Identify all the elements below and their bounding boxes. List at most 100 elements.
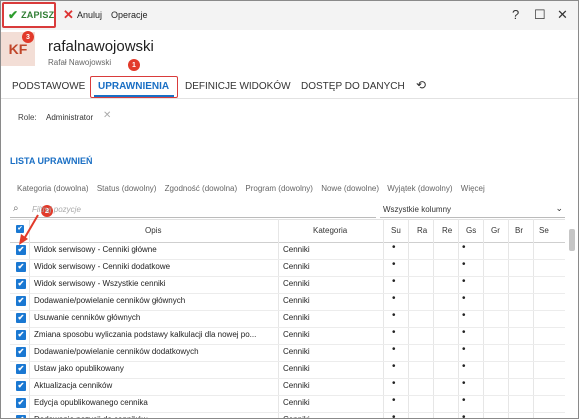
row-checkbox[interactable]: ✔ — [16, 415, 26, 418]
cell-su: • — [392, 327, 396, 338]
filter-wiecej[interactable]: Więcej — [461, 184, 485, 193]
cell-kategoria: Cenniki — [283, 296, 310, 305]
cancel-button[interactable]: Anuluj — [77, 10, 102, 20]
cancel-icon[interactable]: ✕ — [63, 7, 74, 23]
cell-kategoria: Cenniki — [283, 313, 310, 322]
col-re[interactable]: Re — [442, 226, 452, 235]
cell-gs: • — [462, 327, 466, 338]
row-checkbox[interactable]: ✔ — [16, 313, 26, 323]
filter-nowe[interactable]: Nowe (dowolne) — [321, 184, 379, 193]
row-checkbox[interactable]: ✔ — [16, 279, 26, 289]
cell-su: • — [392, 310, 396, 321]
columns-select[interactable]: Wszystkie kolumny ⌄ — [380, 202, 565, 218]
cell-gs: • — [462, 310, 466, 321]
cell-opis: Dodawanie/powielanie cenników głównych — [34, 296, 186, 305]
filter-wyjatek[interactable]: Wyjątek (dowolny) — [387, 184, 452, 193]
row-checkbox[interactable]: ✔ — [16, 398, 26, 408]
cell-opis: Zmiana sposobu wyliczania podstawy kalku… — [34, 330, 257, 339]
scrollbar-thumb[interactable] — [569, 229, 575, 251]
col-br[interactable]: Br — [515, 226, 523, 235]
cell-kategoria: Cenniki — [283, 415, 310, 418]
table-row[interactable]: ✔ Dodawanie pozycji do cenników Cenniki • • — [10, 411, 565, 419]
page-title: rafalnawojowski — [48, 38, 154, 55]
maximize-button[interactable]: ☐ — [534, 7, 546, 23]
save-button[interactable]: ✔ ZAPISZ — [2, 2, 56, 28]
cell-gs: • — [462, 412, 466, 419]
col-gs[interactable]: Gs — [466, 226, 476, 235]
cell-kategoria: Cenniki — [283, 347, 310, 356]
checkmark-icon: ✔ — [8, 8, 19, 22]
save-label: ZAPISZ — [21, 10, 55, 20]
cell-gs: • — [462, 361, 466, 372]
filter-zgodnosc[interactable]: Zgodność (dowolna) — [165, 184, 237, 193]
select-all-checkbox[interactable]: ✔ — [16, 225, 24, 233]
col-su[interactable]: Su — [391, 226, 401, 235]
row-checkbox[interactable]: ✔ — [16, 347, 26, 357]
close-button[interactable]: ✕ — [557, 7, 568, 23]
cell-kategoria: Cenniki — [283, 245, 310, 254]
active-tab-underline — [94, 95, 174, 97]
row-checkbox[interactable]: ✔ — [16, 381, 26, 391]
filter-status[interactable]: Status (dowolny) — [97, 184, 157, 193]
remove-role-icon[interactable]: ✕ — [103, 110, 111, 121]
user-full-name: Rafał Nawojowski — [48, 58, 112, 67]
cell-su: • — [392, 378, 396, 389]
table-header: ✔ Opis Kategoria Su Ra Re Gs Gr Br Se — [10, 219, 565, 243]
help-button[interactable]: ? — [512, 7, 519, 22]
role-value: Administrator — [46, 113, 94, 122]
cell-su: • — [392, 344, 396, 355]
history-icon[interactable]: ⟲ — [416, 78, 426, 92]
col-opis[interactable]: Opis — [145, 226, 161, 235]
cell-su: • — [392, 259, 396, 270]
tab-dostep-do-danych[interactable]: DOSTĘP DO DANYCH — [301, 81, 405, 92]
cell-gs: • — [462, 276, 466, 287]
search-placeholder: Filtruj pozycje — [32, 205, 81, 214]
chevron-down-icon: ⌄ — [555, 203, 563, 213]
filter-kategoria[interactable]: Kategoria (dowolna) — [17, 184, 89, 193]
cell-su: • — [392, 242, 396, 253]
cell-opis: Usuwanie cenników głównych — [34, 313, 141, 322]
tab-bar: PODSTAWOWE UPRAWNIENIA DEFINICJE WIDOKÓW… — [1, 76, 578, 99]
row-checkbox[interactable]: ✔ — [16, 245, 26, 255]
search-icon: ⌕ — [13, 203, 19, 214]
role-label: Role: — [18, 113, 37, 122]
row-checkbox[interactable]: ✔ — [16, 330, 26, 340]
cell-kategoria: Cenniki — [283, 330, 310, 339]
columns-select-value: Wszystkie kolumny — [383, 205, 452, 214]
cell-opis: Widok serwisowy - Cenniki główne — [34, 245, 157, 254]
tab-podstawowe[interactable]: PODSTAWOWE — [12, 81, 85, 92]
cell-opis: Dodawanie pozycji do cenników — [34, 415, 279, 418]
cell-gs: • — [462, 344, 466, 355]
col-se[interactable]: Se — [539, 226, 549, 235]
cell-opis: Dodawanie/powielanie cenników dodatkowyc… — [34, 347, 199, 356]
cell-opis: Ustaw jako opublikowany — [34, 364, 124, 373]
cell-kategoria: Cenniki — [283, 279, 310, 288]
cell-opis: Edycja opublikowanego cennika — [34, 398, 148, 407]
row-checkbox[interactable]: ✔ — [16, 262, 26, 272]
search-input[interactable]: ⌕ Filtruj pozycje — [10, 202, 376, 218]
cell-gs: • — [462, 259, 466, 270]
col-kategoria[interactable]: Kategoria — [313, 226, 347, 235]
step-badge-1: 1 — [128, 59, 140, 71]
cell-gs: • — [462, 293, 466, 304]
row-checkbox[interactable]: ✔ — [16, 296, 26, 306]
col-ra[interactable]: Ra — [417, 226, 427, 235]
step-badge-3: 3 — [22, 31, 34, 43]
window: ✔ ZAPISZ ✕ Anuluj Operacje ? ☐ ✕ KF rafa… — [0, 0, 579, 419]
tab-definicje-widokow[interactable]: DEFINICJE WIDOKÓW — [185, 81, 291, 92]
filter-program[interactable]: Program (dowolny) — [245, 184, 313, 193]
row-checkbox[interactable]: ✔ — [16, 364, 26, 374]
cell-kategoria: Cenniki — [283, 364, 310, 373]
toolbar: ✔ ZAPISZ ✕ Anuluj Operacje ? ☐ ✕ — [1, 1, 578, 30]
section-title: LISTA UPRAWNIEŃ — [10, 156, 93, 166]
cell-gs: • — [462, 395, 466, 406]
cell-su: • — [392, 395, 396, 406]
cell-opis: Widok serwisowy - Wszystkie cenniki — [34, 279, 166, 288]
cell-su: • — [392, 293, 396, 304]
cell-gs: • — [462, 242, 466, 253]
cell-opis: Widok serwisowy - Cenniki dodatkowe — [34, 262, 171, 271]
cell-kategoria: Cenniki — [283, 398, 310, 407]
operations-menu[interactable]: Operacje — [111, 10, 148, 20]
col-gr[interactable]: Gr — [491, 226, 500, 235]
cell-kategoria: Cenniki — [283, 262, 310, 271]
